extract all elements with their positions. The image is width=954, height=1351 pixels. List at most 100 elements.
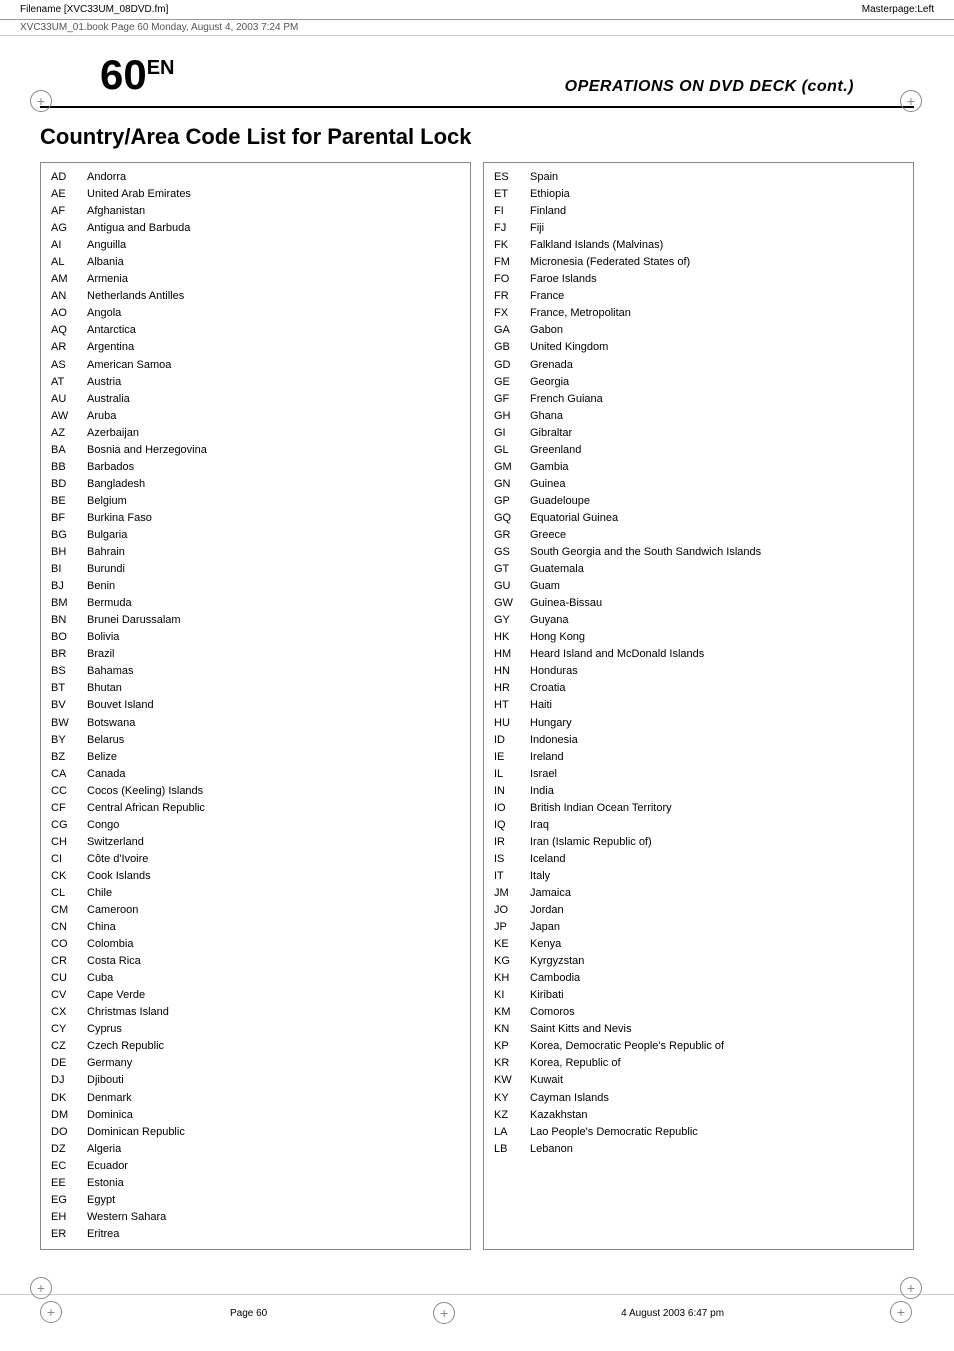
country-name: Haiti — [530, 697, 552, 714]
country-name: British Indian Ocean Territory — [530, 800, 672, 817]
country-code: IT — [494, 868, 530, 885]
country-code: CK — [51, 868, 87, 885]
country-name: Spain — [530, 169, 558, 186]
country-code: CA — [51, 766, 87, 783]
list-item: KZKazakhstan — [494, 1107, 903, 1124]
list-item: IOBritish Indian Ocean Territory — [494, 800, 903, 817]
list-item: CACanada — [51, 766, 460, 783]
country-name: Bulgaria — [87, 527, 127, 544]
list-item: BIBurundi — [51, 561, 460, 578]
sub-bar: XVC33UM_01.book Page 60 Monday, August 4… — [0, 20, 954, 36]
list-item: LBLebanon — [494, 1141, 903, 1158]
list-item: ECEcuador — [51, 1158, 460, 1175]
list-item: CMCameroon — [51, 902, 460, 919]
country-name: Burundi — [87, 561, 125, 578]
country-code: GF — [494, 391, 530, 408]
country-name: Belarus — [87, 732, 124, 749]
list-item: GYGuyana — [494, 612, 903, 629]
country-name: France — [530, 288, 564, 305]
country-code: DJ — [51, 1072, 87, 1089]
country-name: Ireland — [530, 749, 564, 766]
country-name: Faroe Islands — [530, 271, 597, 288]
list-item: FJFiji — [494, 220, 903, 237]
list-item: DEGermany — [51, 1055, 460, 1072]
country-name: Greece — [530, 527, 566, 544]
footer-marker-left — [40, 1301, 64, 1325]
country-code: KW — [494, 1072, 530, 1089]
country-code: BS — [51, 663, 87, 680]
list-item: ARArgentina — [51, 339, 460, 356]
country-name: Colombia — [87, 936, 133, 953]
list-item: BFBurkina Faso — [51, 510, 460, 527]
list-item: CZCzech Republic — [51, 1038, 460, 1055]
list-item: AWAruba — [51, 408, 460, 425]
list-item: HKHong Kong — [494, 629, 903, 646]
footer-crosshair-center — [433, 1302, 455, 1324]
country-code: DM — [51, 1107, 87, 1124]
list-item: KYCayman Islands — [494, 1090, 903, 1107]
list-item: COColombia — [51, 936, 460, 953]
country-code: IO — [494, 800, 530, 817]
country-code: CR — [51, 953, 87, 970]
country-code: AI — [51, 237, 87, 254]
country-name: Guinea-Bissau — [530, 595, 602, 612]
country-code: CM — [51, 902, 87, 919]
country-code: DZ — [51, 1141, 87, 1158]
country-code: AS — [51, 357, 87, 374]
country-name: Dominica — [87, 1107, 133, 1124]
country-name: Andorra — [87, 169, 126, 186]
country-code: BF — [51, 510, 87, 527]
sub-bar-text: XVC33UM_01.book Page 60 Monday, August 4… — [20, 22, 298, 33]
list-item: BEBelgium — [51, 493, 460, 510]
country-code: HK — [494, 629, 530, 646]
country-name: Central African Republic — [87, 800, 205, 817]
country-name: Cambodia — [530, 970, 580, 987]
country-name: Iran (Islamic Republic of) — [530, 834, 652, 851]
country-name: Equatorial Guinea — [530, 510, 618, 527]
list-item: DJDjibouti — [51, 1072, 460, 1089]
list-item: IDIndonesia — [494, 732, 903, 749]
country-name: Grenada — [530, 357, 573, 374]
list-item: CNChina — [51, 919, 460, 936]
list-item: BVBouvet Island — [51, 697, 460, 714]
list-item: GTGuatemala — [494, 561, 903, 578]
country-code: GL — [494, 442, 530, 459]
list-item: GPGuadeloupe — [494, 493, 903, 510]
country-name: Heard Island and McDonald Islands — [530, 646, 704, 663]
country-name: Guyana — [530, 612, 569, 629]
country-code: CO — [51, 936, 87, 953]
country-code: KZ — [494, 1107, 530, 1124]
country-code: EH — [51, 1209, 87, 1226]
list-item: ANNetherlands Antilles — [51, 288, 460, 305]
list-item: CYCyprus — [51, 1021, 460, 1038]
list-item: GFFrench Guiana — [494, 391, 903, 408]
country-name: Georgia — [530, 374, 569, 391]
list-item: ISIceland — [494, 851, 903, 868]
country-name: Korea, Democratic People's Republic of — [530, 1038, 724, 1055]
list-item: AGAntigua and Barbuda — [51, 220, 460, 237]
country-name: Kiribati — [530, 987, 564, 1004]
country-name: Bolivia — [87, 629, 119, 646]
country-name: Guam — [530, 578, 560, 595]
left-country-table: ADAndorraAEUnited Arab EmiratesAFAfghani… — [40, 162, 471, 1250]
country-code: BO — [51, 629, 87, 646]
list-item: AFAfghanistan — [51, 203, 460, 220]
list-item: KWKuwait — [494, 1072, 903, 1089]
country-name: Anguilla — [87, 237, 126, 254]
country-code: FX — [494, 305, 530, 322]
country-name: Belize — [87, 749, 117, 766]
country-code: GQ — [494, 510, 530, 527]
list-item: KNSaint Kitts and Nevis — [494, 1021, 903, 1038]
country-code: GI — [494, 425, 530, 442]
content-area: ADAndorraAEUnited Arab EmiratesAFAfghani… — [40, 162, 914, 1250]
country-name: Antarctica — [87, 322, 136, 339]
country-name: Albania — [87, 254, 124, 271]
list-item: CKCook Islands — [51, 868, 460, 885]
list-item: HUHungary — [494, 715, 903, 732]
country-name: Eritrea — [87, 1226, 119, 1243]
country-name: Netherlands Antilles — [87, 288, 184, 305]
country-name: Antigua and Barbuda — [87, 220, 190, 237]
list-item: KEKenya — [494, 936, 903, 953]
list-item: ADAndorra — [51, 169, 460, 186]
list-item: ITItaly — [494, 868, 903, 885]
